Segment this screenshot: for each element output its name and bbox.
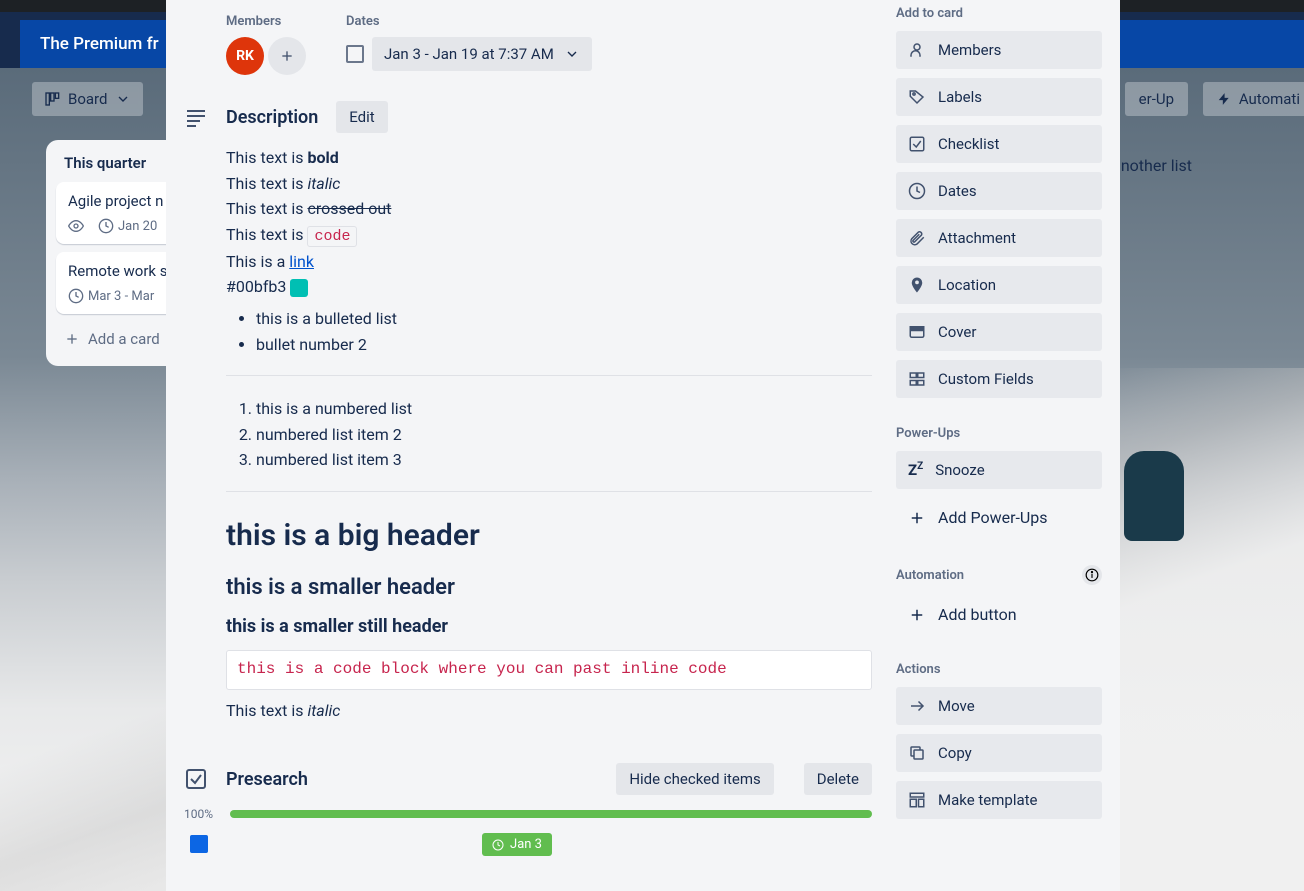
checkbox-checked[interactable] bbox=[190, 835, 208, 853]
plus-icon bbox=[908, 606, 926, 624]
sidebar-custom-fields[interactable]: Custom Fields bbox=[896, 360, 1102, 398]
fields-icon bbox=[908, 370, 926, 388]
member-avatar[interactable]: RK bbox=[226, 37, 264, 75]
chevron-down-icon bbox=[564, 46, 580, 62]
color-swatch bbox=[290, 279, 308, 297]
sidebar-location[interactable]: Location bbox=[896, 266, 1102, 304]
template-icon bbox=[908, 791, 926, 809]
checklist-icon bbox=[184, 767, 208, 791]
arrow-right-icon bbox=[908, 697, 926, 715]
copy-icon bbox=[908, 744, 926, 762]
add-automation-button[interactable]: Add button bbox=[896, 595, 1102, 634]
edit-description-button[interactable]: Edit bbox=[336, 101, 387, 133]
checklist-title[interactable]: Presearch bbox=[226, 769, 598, 790]
eye-icon bbox=[68, 218, 84, 234]
cover-icon bbox=[908, 323, 926, 341]
plus-icon bbox=[279, 48, 295, 64]
clock-icon bbox=[908, 182, 926, 200]
info-button[interactable] bbox=[1082, 565, 1102, 585]
delete-checklist-button[interactable]: Delete bbox=[804, 763, 872, 795]
powerups-label: Power-Ups bbox=[896, 426, 1102, 441]
plus-icon bbox=[64, 331, 80, 347]
clock-icon bbox=[68, 288, 84, 304]
date-chip[interactable]: Jan 3 - Jan 19 at 7:37 AM bbox=[372, 37, 592, 71]
sidebar-move[interactable]: Move bbox=[896, 687, 1102, 725]
board-icon bbox=[44, 91, 60, 107]
sidebar-snooze[interactable]: ZZSnooze bbox=[896, 451, 1102, 489]
sidebar-labels[interactable]: Labels bbox=[896, 78, 1102, 116]
automation-button[interactable]: Automati bbox=[1203, 82, 1304, 116]
checklist-item-date[interactable]: Jan 3 bbox=[482, 833, 552, 856]
tag-icon bbox=[908, 88, 926, 106]
automation-label: Automation bbox=[896, 568, 964, 583]
description-title: Description bbox=[226, 107, 318, 128]
members-field: Members RK bbox=[226, 14, 306, 75]
snooze-icon: ZZ bbox=[908, 461, 923, 479]
sidebar-cover[interactable]: Cover bbox=[896, 313, 1102, 351]
sidebar-dates[interactable]: Dates bbox=[896, 172, 1102, 210]
sidebar-copy[interactable]: Copy bbox=[896, 734, 1102, 772]
clock-icon bbox=[492, 839, 504, 851]
description-content[interactable]: This text is bold This text is italic Th… bbox=[226, 145, 872, 723]
paperclip-icon bbox=[908, 229, 926, 247]
plus-icon bbox=[908, 509, 926, 527]
description-icon bbox=[184, 105, 208, 129]
card-modal: Members RK Dates Jan 3 - Jan 19 at 7:37 … bbox=[166, 0, 1120, 891]
user-icon bbox=[908, 41, 926, 59]
board-view-button[interactable]: Board bbox=[32, 82, 143, 116]
checklist-item[interactable]: Jan 3 bbox=[190, 835, 872, 853]
dates-field: Dates Jan 3 - Jan 19 at 7:37 AM bbox=[346, 14, 592, 75]
location-icon bbox=[908, 276, 926, 294]
add-member-button[interactable] bbox=[268, 37, 306, 75]
date-checkbox[interactable] bbox=[346, 45, 364, 63]
sidebar-make-template[interactable]: Make template bbox=[896, 781, 1102, 819]
sidebar-checklist[interactable]: Checklist bbox=[896, 125, 1102, 163]
clock-icon bbox=[98, 218, 114, 234]
lightning-icon bbox=[1217, 92, 1231, 106]
sidebar-members[interactable]: Members bbox=[896, 31, 1102, 69]
actions-label: Actions bbox=[896, 662, 1102, 677]
add-powerups-button[interactable]: Add Power-Ups bbox=[896, 498, 1102, 537]
info-icon bbox=[1085, 568, 1099, 582]
add-to-card-label: Add to card bbox=[896, 6, 1102, 21]
chevron-down-icon bbox=[115, 91, 131, 107]
sidebar-attachment[interactable]: Attachment bbox=[896, 219, 1102, 257]
hide-checked-button[interactable]: Hide checked items bbox=[616, 763, 773, 795]
powerup-button[interactable]: er-Up bbox=[1125, 82, 1188, 116]
checklist-progress: 100% bbox=[184, 807, 872, 821]
check-icon bbox=[908, 135, 926, 153]
